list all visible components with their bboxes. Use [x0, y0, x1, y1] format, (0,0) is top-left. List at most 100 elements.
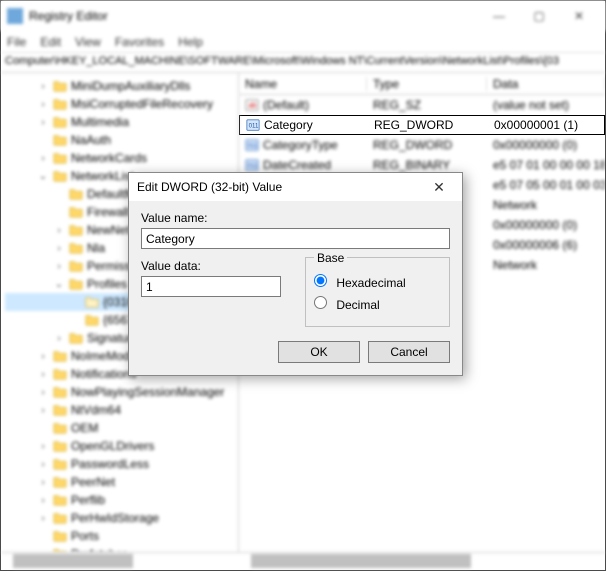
tree-toggle-icon[interactable]: ›	[37, 459, 49, 470]
tree-label: PeerNet	[71, 475, 115, 489]
tree-label: OEM	[71, 421, 98, 435]
list-row[interactable]: ab(Default)REG_SZ(value not set)	[239, 95, 605, 115]
svg-text:011: 011	[249, 123, 259, 130]
column-name[interactable]: Name	[239, 77, 367, 91]
value-data-label: Value data:	[141, 259, 281, 273]
minimize-button[interactable]: —	[479, 4, 519, 28]
tree-label: PerHwIdStorage	[71, 511, 159, 525]
menu-help[interactable]: Help	[178, 35, 203, 49]
column-data[interactable]: Data	[487, 77, 605, 91]
tree-item[interactable]: › OpenGLDrivers	[5, 437, 238, 455]
tree-label: Notifications	[71, 367, 136, 381]
tree-item[interactable]: ›Multimedia	[5, 113, 238, 131]
tree-item[interactable]: › NetworkCards	[5, 149, 238, 167]
cell-name: 011Category	[240, 118, 368, 132]
cell-data: Network	[487, 258, 605, 272]
tree-toggle-icon[interactable]: ›	[37, 81, 49, 92]
cell-type: REG_DWORD	[368, 118, 488, 132]
cell-data: Network	[487, 198, 605, 212]
tree-toggle-icon[interactable]: ›	[37, 99, 49, 110]
tree-toggle-icon[interactable]: ›	[37, 495, 49, 506]
list-header[interactable]: Name Type Data	[239, 73, 605, 95]
tree-toggle-icon[interactable]: ›	[37, 477, 49, 488]
cancel-button[interactable]: Cancel	[368, 341, 450, 363]
tree-toggle-icon[interactable]: ›	[37, 441, 49, 452]
address-bar[interactable]: Computer\HKEY_LOCAL_MACHINE\SOFTWARE\Mic…	[1, 53, 605, 73]
radio-hex-label[interactable]: Hexadecimal	[314, 274, 441, 290]
close-button[interactable]: ✕	[559, 4, 599, 28]
dialog-titlebar: Edit DWORD (32-bit) Value ✕	[129, 173, 462, 201]
menu-favorites[interactable]: Favorites	[115, 35, 164, 49]
radio-hex[interactable]	[314, 274, 327, 287]
radio-dec-label[interactable]: Decimal	[314, 296, 441, 312]
cell-type: REG_DWORD	[367, 138, 487, 152]
tree-label: NewNet	[87, 223, 130, 237]
tree-toggle-icon[interactable]: ›	[37, 351, 49, 362]
tree-toggle-icon[interactable]: ⌄	[37, 171, 49, 182]
list-row[interactable]: 011CategoryTypeREG_DWORD0x00000000 (0)	[239, 135, 605, 155]
tree-label: OpenGLDrivers	[71, 439, 154, 453]
tree-item[interactable]: › NtVdm64	[5, 401, 238, 419]
svg-text:011: 011	[248, 143, 258, 150]
cell-data: (value not set)	[487, 98, 605, 112]
tree-toggle-icon[interactable]: ›	[53, 225, 65, 236]
tree-item[interactable]: Prefetcher	[5, 545, 238, 552]
tree-toggle-icon[interactable]: ›	[37, 513, 49, 524]
app-icon	[7, 8, 23, 24]
menu-file[interactable]: File	[7, 35, 26, 49]
tree-item[interactable]: ›MsiCorruptedFileRecovery	[5, 95, 238, 113]
menu-edit[interactable]: Edit	[40, 35, 61, 49]
cell-data: 0x00000001 (1)	[488, 118, 604, 132]
tree-item[interactable]: NaAuth	[5, 131, 238, 149]
menu-view[interactable]: View	[75, 35, 101, 49]
tree-item[interactable]: Ports	[5, 527, 238, 545]
window-title: Registry Editor	[29, 9, 479, 23]
tree-label: NaAuth	[71, 133, 111, 147]
tree-toggle-icon[interactable]: ›	[37, 387, 49, 398]
cell-name: 011CategoryType	[239, 138, 367, 152]
base-group-label: Base	[314, 251, 347, 265]
column-type[interactable]: Type	[367, 77, 487, 91]
dialog-close-button[interactable]: ✕	[424, 179, 454, 196]
tree-toggle-icon[interactable]: ›	[53, 333, 65, 344]
tree-toggle-icon[interactable]: ⌄	[53, 279, 65, 290]
tree-toggle-icon[interactable]: ›	[53, 243, 65, 254]
tree-label: NtVdm64	[71, 403, 121, 417]
edit-dword-dialog: Edit DWORD (32-bit) Value ✕ Value name: …	[128, 172, 463, 376]
tree-label: NetworkCards	[71, 151, 147, 165]
svg-text:ab: ab	[249, 103, 257, 110]
tree-item[interactable]: › PerHwIdStorage	[5, 509, 238, 527]
tree-item[interactable]: ›NowPlayingSessionManager	[5, 383, 238, 401]
tree-label: Ports	[71, 529, 99, 543]
radio-dec[interactable]	[314, 296, 327, 309]
tree-label: NetworkList	[71, 169, 134, 183]
tree-label: Perflib	[71, 493, 105, 507]
tree-item[interactable]: › PeerNet	[5, 473, 238, 491]
tree-label: Nla	[87, 241, 105, 255]
tree-item[interactable]: OEM	[5, 419, 238, 437]
tree-item[interactable]: › Perflib	[5, 491, 238, 509]
tree-toggle-icon[interactable]: ›	[37, 153, 49, 164]
tree-toggle-icon[interactable]: ›	[37, 117, 49, 128]
cell-data: e5 07 05 00 01 00 03	[487, 178, 605, 192]
value-data-input[interactable]	[141, 276, 281, 297]
cell-data: 0x00000000 (0)	[487, 218, 605, 232]
list-row[interactable]: 011CategoryREG_DWORD0x00000001 (1)	[239, 115, 605, 135]
tree-toggle-icon[interactable]: ›	[53, 261, 65, 272]
value-name-label: Value name:	[141, 211, 450, 225]
svg-text:011: 011	[248, 163, 258, 170]
tree-toggle-icon[interactable]: ›	[37, 369, 49, 380]
cell-type: REG_BINARY	[367, 158, 487, 172]
menu-bar: File Edit View Favorites Help	[1, 31, 605, 53]
ok-button[interactable]: OK	[278, 341, 360, 363]
maximize-button[interactable]: ▢	[519, 4, 559, 28]
value-name-input[interactable]	[141, 228, 450, 249]
tree-label: PasswordLess	[71, 457, 149, 471]
tree-label: MiniDumpAuxiliaryDlls	[71, 79, 190, 93]
tree-label: Profiles	[87, 277, 127, 291]
cell-data: 0x00000006 (6)	[487, 238, 605, 252]
tree-item[interactable]: › PasswordLess	[5, 455, 238, 473]
tree-item[interactable]: › MiniDumpAuxiliaryDlls	[5, 77, 238, 95]
cell-type: REG_SZ	[367, 98, 487, 112]
tree-toggle-icon[interactable]: ›	[37, 405, 49, 416]
